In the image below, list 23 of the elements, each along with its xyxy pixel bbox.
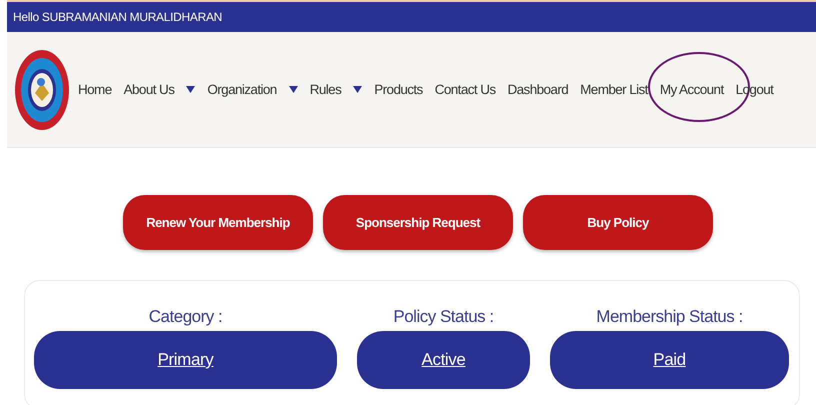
status-value-link[interactable]: Primary — [34, 331, 337, 389]
action-button[interactable]: Sponsership Request — [323, 195, 513, 250]
nav-link[interactable]: Products — [374, 82, 423, 97]
caret-icon[interactable] — [186, 86, 196, 93]
nav-link[interactable]: Home — [78, 82, 112, 97]
status-label: Category : — [148, 307, 222, 327]
caret-icon[interactable] — [353, 86, 362, 93]
nav-link[interactable]: Member List — [580, 82, 648, 97]
logo-icon — [14, 48, 70, 130]
nav-link[interactable]: Contact Us — [434, 82, 496, 97]
caret-icon[interactable] — [288, 86, 298, 93]
status-label: Policy Status : — [393, 307, 494, 327]
nav-link[interactable]: About Us — [124, 82, 174, 97]
nav-link[interactable]: My Account — [660, 82, 724, 97]
action-button[interactable]: Buy Policy — [523, 195, 713, 250]
greeting-text: Hello SUBRAMANIAN MURALIDHARAN — [13, 10, 222, 24]
nav-link[interactable]: Organization — [207, 82, 277, 97]
action-button[interactable]: Renew Your Membership — [123, 195, 313, 250]
nav-link[interactable]: Rules — [310, 82, 342, 97]
nav-link[interactable]: Dashboard — [508, 82, 568, 97]
status-value-link[interactable]: Paid — [550, 331, 789, 389]
status-label: Membership Status : — [596, 307, 743, 327]
status-value-link[interactable]: Active — [357, 331, 530, 389]
